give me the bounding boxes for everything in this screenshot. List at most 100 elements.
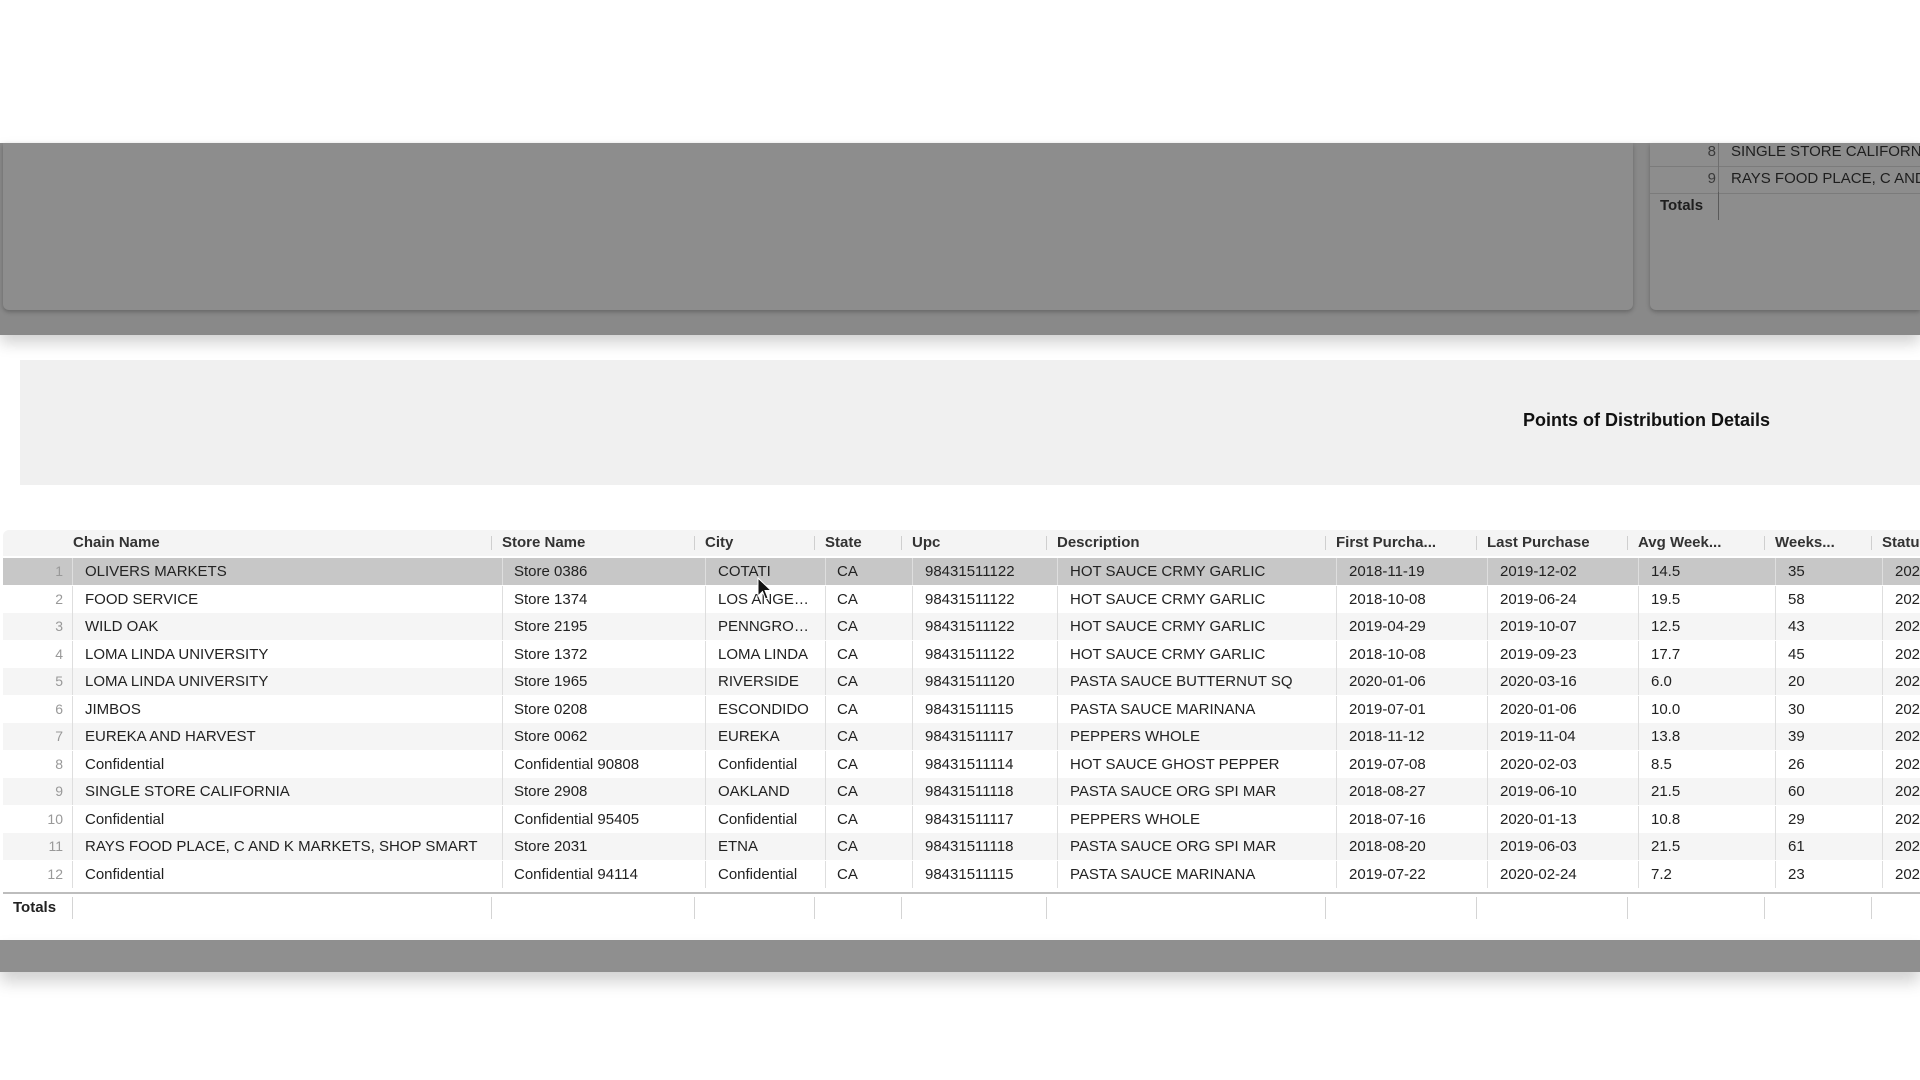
column-divider — [705, 805, 706, 833]
column-resize-handle[interactable] — [901, 536, 902, 550]
column-header-chain-name[interactable]: Chain Name — [73, 530, 483, 556]
last-purchase-cell: 2020-02-03 — [1500, 755, 1577, 773]
column-divider — [502, 585, 503, 613]
table-row[interactable]: 4 LOMA LINDA UNIVERSITY Store 1372 LOMA LIN… — [3, 640, 1920, 668]
weeks-cell: 23 — [1788, 865, 1805, 883]
distribution-details-table[interactable]: Chain Name Store Name City State Upc Des… — [3, 530, 1920, 926]
table-row[interactable]: 5 LOMA LINDA UNIVERSITY Store 1965 RIVERSID… — [3, 668, 1920, 695]
column-divider — [705, 585, 706, 613]
column-divider — [1775, 750, 1776, 778]
city-cell: OAKLAND — [718, 783, 790, 800]
table-totals-row: Totals — [3, 892, 1920, 924]
upc-cell: 98431511114 — [925, 755, 1014, 773]
avg-weekly-cell: 12.5 — [1651, 618, 1681, 635]
column-divider — [1487, 833, 1488, 860]
column-resize-handle[interactable] — [1476, 536, 1477, 550]
avg-weekly-cell: 17.7 — [1651, 645, 1681, 663]
avg-weekly-cell: 21.5 — [1651, 838, 1681, 855]
mini-table-row[interactable]: 8 SINGLE STORE CALIFORNI — [1650, 143, 1920, 167]
column-resize-handle[interactable] — [1871, 536, 1872, 550]
column-divider — [1638, 640, 1639, 668]
upc-cell: 98431511122 — [925, 563, 1015, 580]
description-cell: HOT SAUCE CRMY GARLIC — [1070, 563, 1266, 580]
mini-table-row[interactable]: 9 RAYS FOOD PLACE, C AND — [1650, 165, 1920, 194]
table-row[interactable]: 10 Confidential Confidential 95405 Confiden… — [3, 805, 1920, 833]
column-divider — [502, 860, 503, 888]
first-purchase-cell: 2018-07-16 — [1349, 810, 1426, 828]
column-header-avg-weekly[interactable]: Avg Week... — [1638, 530, 1743, 556]
column-divider — [1487, 778, 1488, 805]
table-row[interactable]: 7 EUREKA AND HARVEST Store 0062 EUREKA CA 984… — [3, 723, 1920, 750]
last-purchase-cell: 2020-02-24 — [1500, 865, 1577, 883]
column-divider — [1882, 668, 1883, 695]
weeks-cell: 39 — [1788, 728, 1805, 745]
row-number-cell: 2 — [55, 590, 63, 607]
column-divider — [1057, 640, 1058, 668]
last-purchase-cell: 2020-01-06 — [1500, 700, 1577, 718]
store-name-cell: Store 2031 — [514, 838, 588, 855]
column-resize-handle[interactable] — [1764, 536, 1765, 550]
chain-name-cell: LOMA LINDA UNIVERSITY — [85, 673, 269, 690]
table-header: Chain Name Store Name City State Upc Des… — [3, 530, 1920, 556]
status-cell: 202 — [1895, 783, 1920, 800]
column-divider — [1336, 695, 1337, 723]
column-divider — [1775, 558, 1776, 585]
totals-label: Totals — [1660, 197, 1704, 214]
upc-cell: 98431511122 — [925, 590, 1015, 608]
city-cell: PENNGROVE — [718, 618, 810, 635]
column-resize-handle[interactable] — [1325, 536, 1326, 550]
column-divider — [912, 860, 913, 888]
column-divider — [1638, 778, 1639, 805]
column-divider — [1057, 860, 1058, 888]
table-row[interactable]: 11 RAYS FOOD PLACE, C AND K MARKETS, SHOP… — [3, 833, 1920, 860]
column-divider — [705, 613, 706, 640]
column-header-city[interactable]: City — [705, 530, 815, 556]
first-purchase-cell: 2018-11-19 — [1349, 563, 1425, 580]
table-row[interactable]: 12 Confidential Confidential 94114 Confiden… — [3, 860, 1920, 888]
column-resize-handle[interactable] — [814, 536, 815, 550]
column-divider — [72, 860, 73, 888]
column-divider — [901, 897, 902, 919]
table-row[interactable]: 8 Confidential Confidential 90808 Confident… — [3, 750, 1920, 778]
column-header-state[interactable]: State — [825, 530, 900, 556]
column-divider — [912, 778, 913, 805]
column-resize-handle[interactable] — [1046, 536, 1047, 550]
column-divider — [814, 897, 815, 919]
chain-name-cell: JIMBOS — [85, 700, 141, 718]
table-row[interactable]: 2 FOOD SERVICE Store 1374 LOS ANGEL... CA 984… — [3, 585, 1920, 613]
column-divider — [1057, 805, 1058, 833]
description-cell: PASTA SAUCE BUTTERNUT SQ — [1070, 673, 1293, 690]
row-number-cell: 9 — [55, 783, 63, 799]
city-cell: ETNA — [718, 838, 759, 855]
row-number-cell: 11 — [48, 838, 63, 854]
column-divider — [912, 668, 913, 695]
table-row[interactable]: 9 SINGLE STORE CALIFORNIA Store 2908 OAKLAN… — [3, 778, 1920, 805]
table-row[interactable]: 3 WILD OAK Store 2195 PENNGROVE CA 9843151112… — [3, 613, 1920, 640]
first-purchase-cell: 2018-10-08 — [1349, 590, 1426, 608]
column-header-upc[interactable]: Upc — [912, 530, 1042, 556]
column-divider — [825, 613, 826, 640]
description-cell: HOT SAUCE GHOST PEPPER — [1070, 755, 1280, 773]
table-row[interactable]: 1 OLIVERS MARKETS Store 0386 COTATI CA 984315… — [3, 558, 1920, 585]
column-resize-handle[interactable] — [491, 536, 492, 550]
column-header-last-purchase[interactable]: Last Purchase — [1487, 530, 1627, 556]
state-cell: CA — [837, 810, 858, 828]
weeks-cell: 43 — [1788, 618, 1805, 635]
column-header-weeks[interactable]: Weeks... — [1775, 530, 1865, 556]
column-divider — [72, 585, 73, 613]
store-name-cell: Store 0208 — [514, 700, 588, 718]
section-title: Points of Distribution Details — [1523, 410, 1771, 430]
table-row[interactable]: 6 JIMBOS Store 0208 ESCONDIDO CA 98431511115 P… — [3, 695, 1920, 723]
column-divider — [1336, 860, 1337, 888]
column-divider — [1336, 723, 1337, 750]
column-header-store-name[interactable]: Store Name — [502, 530, 692, 556]
column-divider — [1775, 805, 1776, 833]
column-header-first-purchase[interactable]: First Purcha... — [1336, 530, 1476, 556]
column-resize-handle[interactable] — [1627, 536, 1628, 550]
column-header-status[interactable]: Statu — [1882, 530, 1920, 556]
column-resize-handle[interactable] — [694, 536, 695, 550]
first-purchase-cell: 2018-08-20 — [1349, 838, 1426, 855]
column-divider — [502, 613, 503, 640]
column-header-description[interactable]: Description — [1057, 530, 1317, 556]
last-purchase-cell: 2019-12-02 — [1500, 563, 1577, 580]
